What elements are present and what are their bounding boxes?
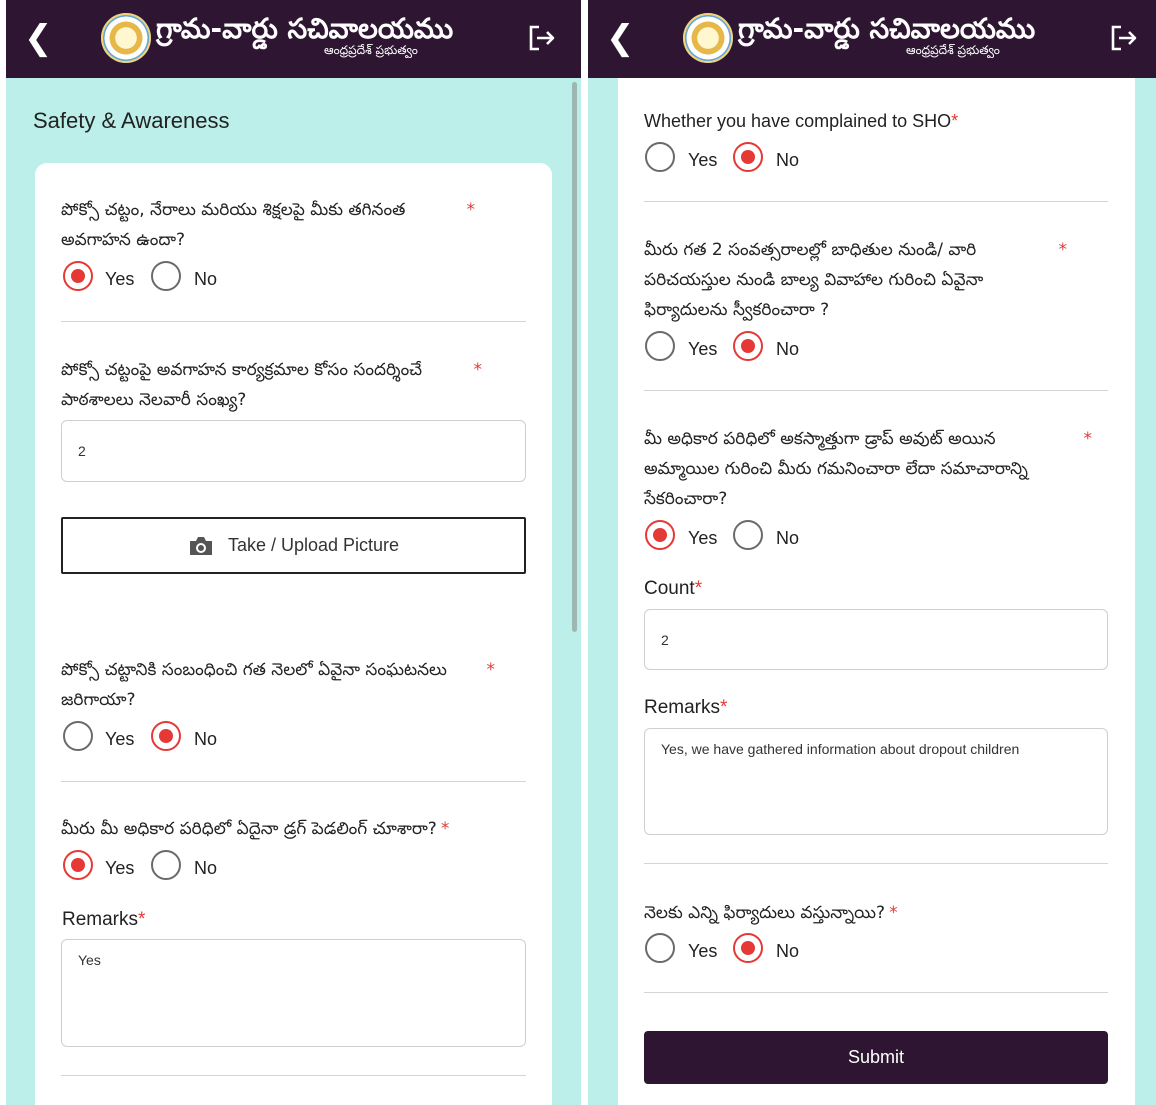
radio-q8-no-label: No: [776, 941, 800, 961]
upload-picture-button[interactable]: Take / Upload Picture: [61, 517, 526, 574]
divider: [61, 321, 526, 322]
radio-q4-yes[interactable]: [63, 850, 93, 880]
radio-q3-no-label: No: [194, 729, 218, 749]
question-complained-sho: Whether you have complained to SHO*: [644, 111, 959, 131]
count-label: Count*: [644, 578, 703, 599]
question-pocso-awareness: పోక్సో చట్టం, నేరాలు మరియు శిక్షలపై మీకు…: [61, 195, 475, 255]
radio-q5-no-label: No: [776, 150, 800, 170]
radio-q3-no[interactable]: [151, 721, 181, 751]
section-title: Safety & Awareness: [33, 108, 230, 133]
radio-q5-yes-label: Yes: [688, 150, 718, 170]
radio-q5-yes[interactable]: [645, 142, 675, 172]
radio-q7-yes[interactable]: [645, 520, 675, 550]
chevron-left-icon: ❮: [24, 18, 53, 58]
required-marker: *: [889, 903, 898, 923]
divider: [644, 201, 1108, 202]
radio-q1-yes-label: Yes: [105, 269, 135, 289]
required-marker: *: [486, 660, 496, 680]
submit-button[interactable]: Submit: [644, 1031, 1108, 1084]
count-input[interactable]: [644, 609, 1108, 670]
back-button[interactable]: ❮: [24, 18, 53, 58]
radio-q6-no-label: No: [776, 339, 800, 359]
radio-q8-yes-label: Yes: [688, 941, 718, 961]
divider: [61, 1075, 526, 1076]
required-marker: *: [1083, 429, 1093, 449]
question-drug-pedaling: మీరు మీ అధికార పరిధిలో ఏదైనా డ్రగ్ పెడలి…: [61, 819, 450, 839]
radio-q4-yes-label: Yes: [105, 858, 135, 878]
right-screen: ❮ గ్రామ-వార్డు సచివాలయము ఆంధ్రప్రదేశ్ ప్…: [588, 0, 1156, 1105]
divider: [644, 992, 1108, 993]
radio-q3-yes[interactable]: [63, 721, 93, 751]
divider: [644, 863, 1108, 864]
back-button[interactable]: ❮: [606, 18, 635, 58]
scrollbar[interactable]: [572, 82, 577, 632]
remarks-label: Remarks*: [62, 909, 146, 930]
logout-icon[interactable]: [1108, 22, 1140, 54]
radio-q8-no[interactable]: [733, 933, 763, 963]
radio-q6-no[interactable]: [733, 331, 763, 361]
required-marker: *: [466, 200, 476, 220]
question-monthly-complaints: నెలకు ఎన్ని ఫిర్యాదులు వస్తున్నాయి? *: [644, 903, 898, 923]
required-marker: *: [1058, 240, 1068, 260]
app-bar: ❮ గ్రామ-వార్డు సచివాలయము ఆంధ్రప్రదేశ్ ప్…: [6, 0, 581, 78]
remarks-label: Remarks*: [644, 697, 728, 718]
question-child-marriage-complaints: మీరు గత 2 సంవత్సరాలల్లో బాధితుల నుండి/ వ…: [644, 235, 1067, 325]
radio-q1-yes[interactable]: [63, 261, 93, 291]
radio-q7-no-label: No: [776, 528, 800, 548]
logout-icon[interactable]: [526, 22, 558, 54]
remarks-textarea[interactable]: Yes, we have gathered information about …: [644, 728, 1108, 835]
ap-emblem-logo: [101, 13, 151, 63]
form-card: Whether you have complained to SHO* Yes …: [618, 78, 1135, 1105]
radio-q4-no-label: No: [194, 858, 218, 878]
remarks-textarea[interactable]: Yes: [61, 939, 526, 1047]
radio-q6-yes-label: Yes: [688, 339, 718, 359]
left-screen: ❮ గ్రామ-వార్డు సచివాలయము ఆంధ్రప్రదేశ్ ప్…: [6, 0, 581, 1105]
camera-icon: [189, 536, 212, 555]
radio-q8-yes[interactable]: [645, 933, 675, 963]
ap-emblem-logo: [683, 13, 733, 63]
school-visits-input[interactable]: [61, 420, 526, 482]
required-marker: *: [473, 360, 483, 380]
question-pocso-school-visits: పోక్సో చట్టంపై అవగాహన కార్యక్రమాల కోసం స…: [61, 355, 482, 415]
chevron-left-icon: ❮: [606, 18, 635, 58]
brand-subtitle: ఆంధ్రప్రదేశ్ ప్రభుత్వం: [906, 43, 1000, 57]
radio-q7-no[interactable]: [733, 520, 763, 550]
radio-q6-yes[interactable]: [645, 331, 675, 361]
question-pocso-incidents: పోక్సో చట్టానికి సంబంధించి గత నెలలో ఏవైన…: [61, 655, 495, 715]
radio-q4-no[interactable]: [151, 850, 181, 880]
divider: [644, 390, 1108, 391]
upload-picture-label: Take / Upload Picture: [227, 535, 400, 555]
required-marker: *: [440, 819, 450, 839]
radio-q1-no-label: No: [194, 269, 218, 289]
brand-subtitle: ఆంధ్రప్రదేశ్ ప్రభుత్వం: [324, 43, 418, 57]
radio-q3-yes-label: Yes: [105, 729, 135, 749]
app-bar: ❮ గ్రామ-వార్డు సచివాలయము ఆంధ్రప్రదేశ్ ప్…: [588, 0, 1156, 78]
question-dropout-girls: మీ అధికార పరిధిలో అకస్మాత్తుగా డ్రాప్ అవ…: [644, 424, 1092, 514]
divider: [61, 781, 526, 782]
radio-q5-no[interactable]: [733, 142, 763, 172]
form-card: పోక్సో చట్టం, నేరాలు మరియు శిక్షలపై మీకు…: [35, 163, 552, 1105]
radio-q1-no[interactable]: [151, 261, 181, 291]
radio-q7-yes-label: Yes: [688, 528, 718, 548]
